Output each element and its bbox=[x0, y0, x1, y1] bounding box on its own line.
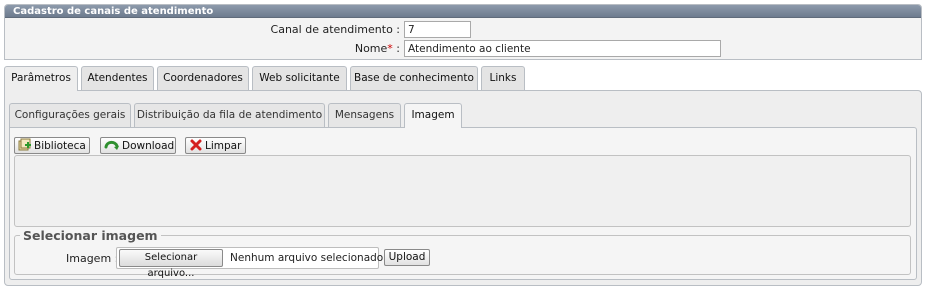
tab-links[interactable]: Links bbox=[481, 66, 525, 90]
tab-distribuicao-fila[interactable]: Distribuição da fila de atendimento bbox=[134, 103, 325, 127]
nome-row: Nome* : bbox=[200, 40, 400, 58]
canal-row: Canal de atendimento : bbox=[200, 21, 400, 39]
tab-mensagens[interactable]: Mensagens bbox=[328, 103, 401, 127]
upload-button[interactable]: Upload bbox=[384, 249, 430, 266]
limpar-label: Limpar bbox=[205, 140, 242, 152]
choose-file-button[interactable]: Selecionar arquivo... bbox=[119, 249, 223, 279]
download-icon bbox=[104, 140, 119, 150]
tab-coordenadores[interactable]: Coordenadores bbox=[157, 66, 249, 90]
image-field-label: Imagem : bbox=[66, 252, 119, 265]
tab-parametros[interactable]: Parâmetros bbox=[4, 66, 78, 91]
biblioteca-label: Biblioteca bbox=[34, 140, 86, 152]
nome-input[interactable] bbox=[404, 40, 721, 57]
panel-title: Cadastro de canais de atendimento bbox=[5, 5, 921, 18]
select-image-legend: Selecionar imagem bbox=[20, 228, 161, 243]
tab-atendentes[interactable]: Atendentes bbox=[81, 66, 154, 90]
tab-configuracoes-gerais[interactable]: Configurações gerais bbox=[9, 103, 131, 127]
canal-label: Canal de atendimento : bbox=[270, 23, 400, 36]
tab-imagem[interactable]: Imagem bbox=[404, 103, 462, 128]
tab-base-conhecimento[interactable]: Base de conhecimento bbox=[350, 66, 478, 90]
download-button[interactable]: Download bbox=[100, 137, 176, 154]
no-file-text: Nenhum arquivo selecionado. bbox=[230, 252, 387, 264]
biblioteca-button[interactable]: Biblioteca bbox=[14, 137, 90, 154]
canal-input[interactable] bbox=[404, 21, 471, 38]
limpar-button[interactable]: Limpar bbox=[185, 137, 246, 154]
nome-label: Nome* : bbox=[354, 42, 400, 55]
image-preview-area bbox=[14, 155, 911, 227]
clear-icon bbox=[190, 139, 202, 151]
download-label: Download bbox=[122, 140, 175, 152]
library-add-icon bbox=[18, 138, 31, 151]
tab-web-solicitante[interactable]: Web solicitante bbox=[252, 66, 347, 90]
